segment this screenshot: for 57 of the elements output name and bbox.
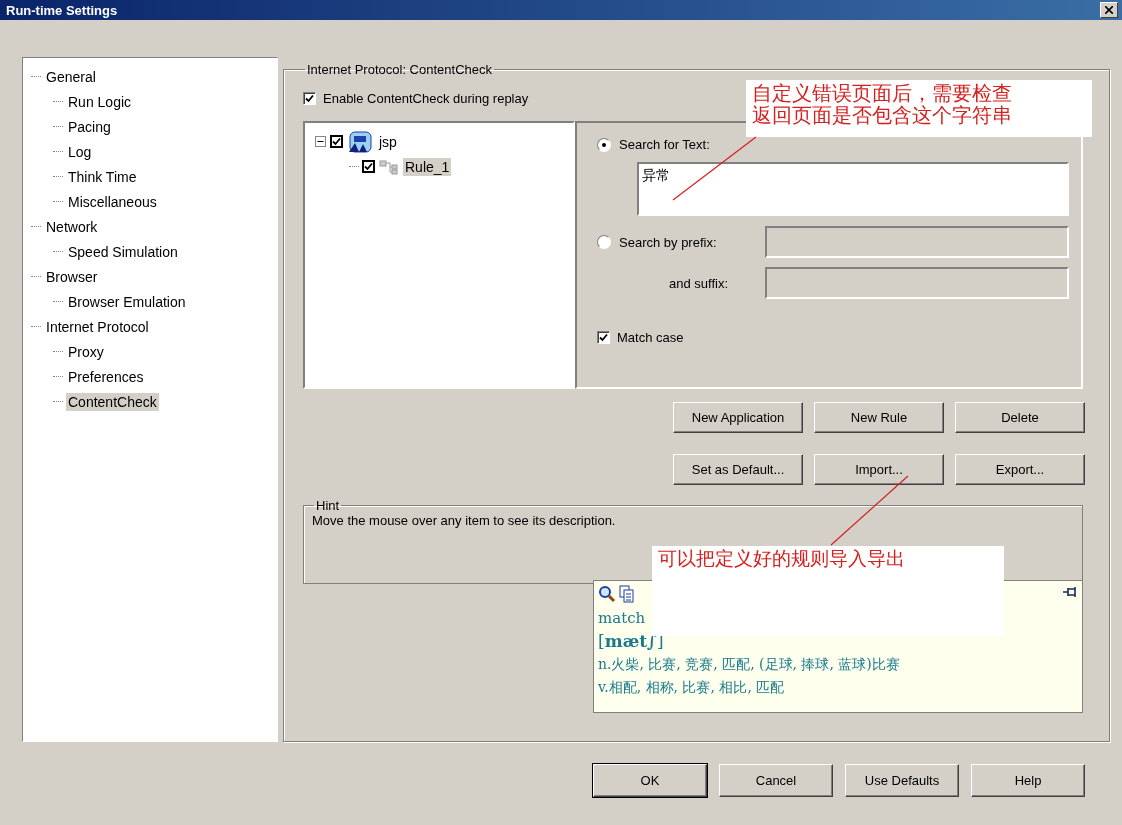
radio-button[interactable] [597, 137, 611, 152]
tree-item[interactable]: Think Time [66, 167, 139, 186]
tree-item[interactable]: Preferences [66, 367, 146, 386]
tree-item[interactable]: Internet Protocol [44, 317, 151, 336]
radio-label: Search by prefix: [619, 234, 717, 250]
dialog-button[interactable]: OK [593, 764, 707, 797]
prefix-field[interactable] [765, 226, 1069, 258]
tree-item[interactable]: jsp [377, 132, 399, 151]
action-button[interactable]: Export... [955, 454, 1085, 485]
checkbox[interactable] [303, 92, 316, 105]
tree-item[interactable]: Log [66, 142, 94, 161]
action-button[interactable]: New Application [673, 402, 803, 433]
copy-icon[interactable] [619, 585, 635, 603]
dialog-button[interactable]: Cancel [719, 764, 833, 797]
definition-text: n.火柴, 比赛, 竞赛, 匹配, (足球, 捧球, 蓝球)比赛 [598, 655, 901, 674]
close-button[interactable] [1100, 2, 1118, 18]
field-label: and suffix: [669, 275, 729, 291]
collapse-icon[interactable] [315, 136, 326, 147]
tree-item[interactable]: General [44, 67, 98, 86]
action-button[interactable]: Set as Default... [673, 454, 803, 485]
tree-item[interactable]: Run Logic [66, 92, 134, 111]
application-icon [347, 130, 373, 153]
action-button[interactable]: New Rule [814, 402, 944, 433]
window-title: Run-time Settings [6, 2, 118, 18]
hint-title: Hint [315, 498, 341, 513]
tree-item[interactable]: Speed Simulation [66, 242, 180, 261]
annotation-note: 可以把定义好的规则导入导出 [652, 546, 1004, 636]
rule-icon [379, 158, 399, 175]
tree-item[interactable]: Pacing [66, 117, 113, 136]
radio-label: Search for Text: [619, 137, 710, 152]
tree-item[interactable]: Rule_1 [403, 157, 452, 176]
action-button[interactable]: Import... [814, 454, 944, 485]
tree-item[interactable]: Miscellaneous [66, 192, 159, 211]
close-icon [1105, 6, 1113, 14]
dialog-button[interactable]: Help [971, 764, 1085, 797]
dictionary-word: match [598, 608, 647, 629]
action-button[interactable]: Delete [955, 402, 1085, 433]
checkbox[interactable] [362, 160, 375, 173]
checkbox[interactable] [597, 331, 610, 344]
tree-item[interactable]: Network [44, 217, 100, 236]
hint-text: Move the mouse over any item to see its description. [312, 513, 616, 528]
tree-item[interactable]: Proxy [66, 342, 106, 361]
suffix-field[interactable] [765, 267, 1069, 299]
tree-item[interactable]: Browser Emulation [66, 292, 188, 311]
pin-icon[interactable] [1062, 585, 1078, 599]
annotation-note: 自定义错误页面后，需要检查 返回页面是否包含这个字符串 [746, 80, 1092, 137]
text-field[interactable]: 异常 [637, 162, 1069, 216]
checkbox[interactable] [330, 135, 343, 148]
dialog-button[interactable]: Use Defaults [845, 764, 959, 797]
group-title: Internet Protocol: ContentCheck [306, 62, 493, 77]
radio-button[interactable] [597, 235, 611, 249]
checkbox-label: Match case [617, 330, 684, 345]
tree-item[interactable]: ContentCheck [66, 392, 159, 411]
checkbox-label: Enable ContentCheck during replay [323, 91, 529, 106]
search-icon[interactable] [598, 585, 616, 603]
tree-item[interactable]: Browser [44, 267, 100, 286]
definition-text: v.相配, 相称, 比赛, 相比, 匹配 [598, 678, 786, 697]
